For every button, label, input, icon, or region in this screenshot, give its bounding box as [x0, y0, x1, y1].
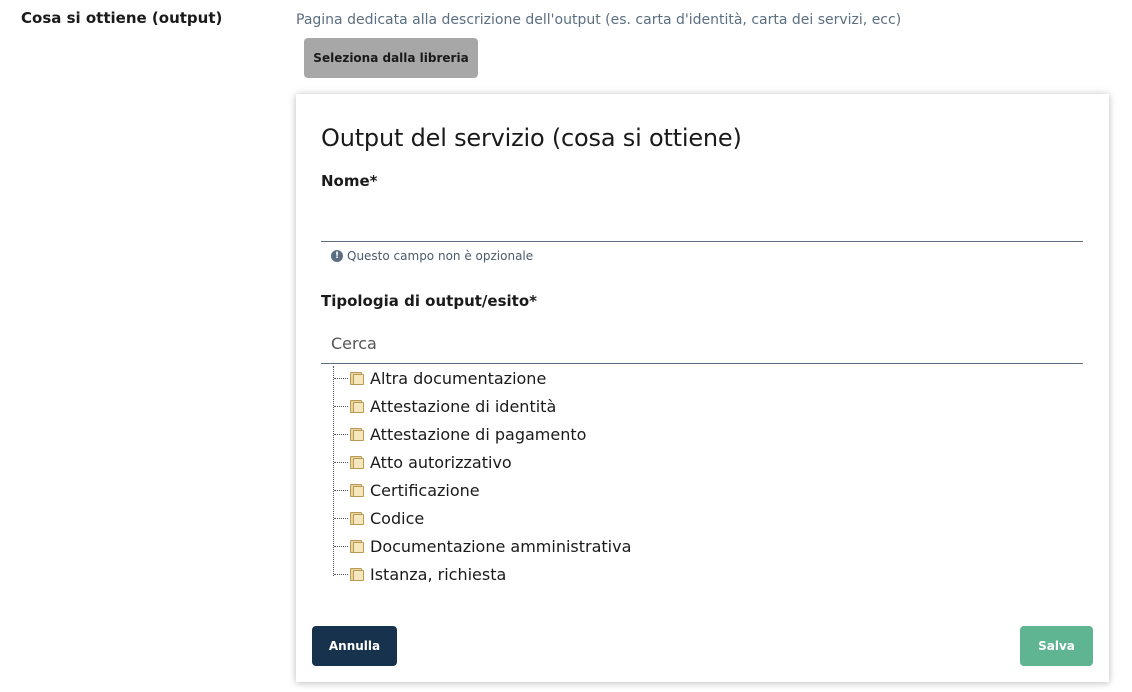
tree-item[interactable]: Codice	[332, 504, 631, 532]
folder-icon	[350, 483, 364, 497]
folder-icon	[350, 371, 364, 385]
page: Cosa si ottiene (output) Pagina dedicata…	[0, 0, 1132, 692]
folder-icon	[350, 455, 364, 469]
tree-item[interactable]: Documentazione amministrativa	[332, 532, 631, 560]
field-help-text: Pagina dedicata alla descrizione dell'ou…	[296, 12, 902, 28]
field-label: Cosa si ottiene (output)	[21, 9, 223, 27]
tree-item[interactable]: Atto autorizzativo	[332, 448, 631, 476]
tree-item-label: Certificazione	[370, 480, 480, 500]
validation-message: ! Questo campo non è opzionale	[331, 249, 533, 263]
output-modal: Output del servizio (cosa si ottiene) No…	[296, 94, 1109, 682]
tree-item[interactable]: Attestazione di pagamento	[332, 420, 631, 448]
folder-icon	[350, 427, 364, 441]
tipologia-label: Tipologia di output/esito*	[321, 292, 537, 310]
tree-item[interactable]: Certificazione	[332, 476, 631, 504]
nome-label: Nome*	[321, 172, 378, 190]
tree-item-label: Attestazione di pagamento	[370, 424, 587, 444]
cancel-button[interactable]: Annulla	[312, 626, 397, 666]
tree-search-input[interactable]	[321, 324, 1083, 364]
tree-item-label: Atto autorizzativo	[370, 452, 512, 472]
tree-item-label: Altra documentazione	[370, 368, 547, 388]
nome-input[interactable]	[321, 202, 1083, 242]
tree-item-label: Codice	[370, 508, 425, 528]
tree-item-label: Istanza, richiesta	[370, 564, 507, 584]
tree-item[interactable]: Istanza, richiesta	[332, 560, 631, 588]
tree-item-label: Documentazione amministrativa	[370, 536, 632, 556]
save-button[interactable]: Salva	[1020, 626, 1093, 666]
tree-item[interactable]: Altra documentazione	[332, 364, 631, 392]
output-type-tree: Altra documentazione Attestazione di ide…	[332, 364, 631, 588]
folder-icon	[350, 567, 364, 581]
select-from-library-button[interactable]: Seleziona dalla libreria	[304, 38, 478, 78]
tree-item[interactable]: Attestazione di identità	[332, 392, 631, 420]
modal-title: Output del servizio (cosa si ottiene)	[321, 124, 742, 152]
validation-text: Questo campo non è opzionale	[347, 249, 534, 263]
tree-item-label: Attestazione di identità	[370, 396, 557, 416]
folder-icon	[350, 539, 364, 553]
folder-icon	[350, 399, 364, 413]
exclamation-circle-icon: !	[331, 250, 343, 262]
folder-icon	[350, 511, 364, 525]
